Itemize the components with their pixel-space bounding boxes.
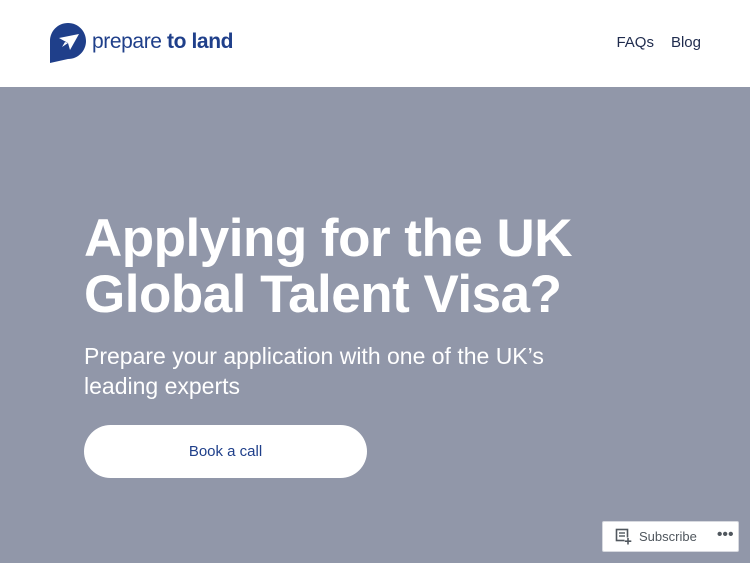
more-options-icon[interactable]: ••• [717, 526, 734, 543]
site-header: prepare to land FAQs Blog [0, 0, 750, 87]
logo-text: prepare to land [92, 31, 233, 52]
book-call-button[interactable]: Book a call [84, 425, 367, 478]
subscribe-bar: Subscribe ••• [602, 521, 739, 552]
logo-plane-icon [50, 23, 86, 63]
subscribe-label: Subscribe [639, 529, 697, 544]
main-nav: FAQs Blog [616, 33, 701, 53]
logo-text-light: prepare [92, 30, 168, 53]
subscribe-icon [615, 528, 632, 545]
site-logo[interactable]: prepare to land [50, 23, 233, 63]
hero-title: Applying for the UK Global Talent Visa? [84, 209, 573, 324]
hero-section: Applying for the UK Global Talent Visa? … [0, 87, 750, 563]
logo-text-bold: to land [167, 30, 234, 53]
nav-link-blog[interactable]: Blog [671, 33, 701, 53]
nav-link-faqs[interactable]: FAQs [616, 33, 654, 53]
hero-subtitle: Prepare your application with one of the… [84, 343, 544, 399]
subscribe-button[interactable]: Subscribe [603, 522, 697, 551]
